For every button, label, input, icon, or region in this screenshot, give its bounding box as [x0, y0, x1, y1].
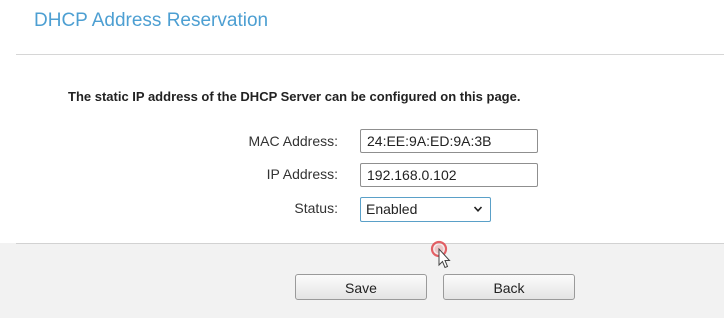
ip-address-label: IP Address: — [266, 166, 338, 182]
page-description: The static IP address of the DHCP Server… — [68, 89, 521, 104]
status-label: Status: — [294, 200, 338, 216]
footer-divider — [16, 243, 724, 244]
back-button[interactable]: Back — [443, 274, 575, 300]
mac-address-label: MAC Address: — [248, 133, 338, 149]
status-selected-value: Enabled — [366, 201, 418, 217]
page-title: DHCP Address Reservation — [34, 10, 269, 31]
mac-address-field[interactable] — [360, 129, 538, 153]
save-button[interactable]: Save — [295, 274, 427, 300]
title-divider — [16, 54, 724, 55]
ip-address-field[interactable] — [360, 163, 538, 187]
mouse-cursor-icon — [430, 240, 451, 269]
status-select[interactable]: Enabled — [360, 197, 491, 222]
chevron-down-icon — [473, 206, 483, 212]
